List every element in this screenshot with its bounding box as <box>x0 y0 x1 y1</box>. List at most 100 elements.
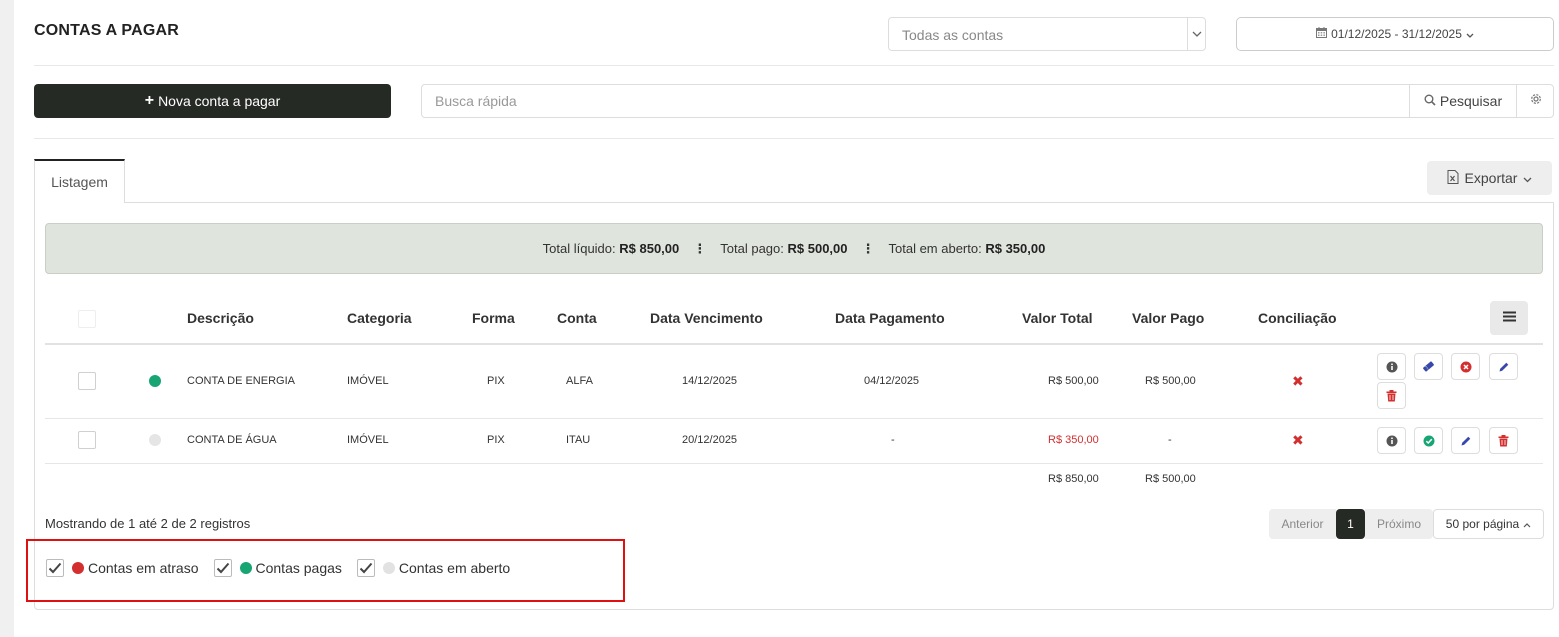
legend-item-open[interactable]: Contas em aberto <box>356 559 511 577</box>
ticket-icon <box>1423 361 1434 372</box>
account-filter-value: Todas as contas <box>902 27 1004 43</box>
total-liquido-label: Total líquido: <box>542 241 616 256</box>
search-button[interactable]: Pesquisar <box>1409 85 1516 117</box>
not-reconciled-icon: ✖ <box>1292 432 1304 448</box>
chevron-down-icon <box>1187 18 1205 50</box>
new-payable-button[interactable]: + Nova conta a pagar <box>34 84 391 118</box>
column-menu-button[interactable] <box>1490 301 1528 335</box>
legend-label: Contas em atraso <box>88 560 199 576</box>
legend-dot-green <box>239 562 252 574</box>
cell-valor-pago: - <box>1168 434 1172 446</box>
checkmark-icon <box>48 562 62 574</box>
column-conciliacao[interactable]: Conciliação <box>1258 310 1337 326</box>
total-aberto-label: Total em aberto: <box>888 241 982 256</box>
info-icon <box>1386 435 1397 446</box>
info-button[interactable] <box>1377 427 1406 454</box>
column-conta[interactable]: Conta <box>557 310 597 326</box>
gear-icon <box>1529 92 1543 111</box>
cancel-payment-button[interactable] <box>1451 353 1480 380</box>
legend-label: Contas em aberto <box>398 560 511 576</box>
checkmark-icon <box>359 562 373 574</box>
pencil-icon <box>1461 436 1470 445</box>
chevron-down-icon <box>1523 170 1532 186</box>
select-all-checkbox[interactable] <box>78 310 96 328</box>
trash-icon <box>1386 389 1397 401</box>
calendar-icon <box>1316 27 1328 41</box>
cell-descricao: CONTA DE ÁGUA <box>187 434 277 446</box>
total-aberto-value: R$ 350,00 <box>985 241 1046 256</box>
cell-data-pagamento: - <box>891 434 895 446</box>
vertical-dots-icon: ⋮ <box>693 240 707 256</box>
times-circle-icon <box>1460 361 1471 372</box>
header-divider <box>34 65 1554 66</box>
trash-icon <box>1498 434 1509 446</box>
info-icon <box>1386 361 1397 372</box>
date-range-value: 01/12/2025 - 31/12/2025 <box>1331 27 1462 41</box>
mark-paid-button[interactable] <box>1414 427 1443 454</box>
not-reconciled-icon: ✖ <box>1292 373 1304 389</box>
column-data-vencimento[interactable]: Data Vencimento <box>650 310 763 326</box>
edit-button[interactable] <box>1451 427 1480 454</box>
hamburger-icon <box>1502 309 1516 327</box>
pencil-icon <box>1499 362 1508 371</box>
table-row: CONTA DE ENERGIA IMÓVEL PIX ALFA 14/12/2… <box>45 346 1543 419</box>
pagination: Anterior 1 Próximo 50 por página <box>1269 509 1544 539</box>
cell-conta: ITAU <box>566 434 591 446</box>
column-descricao[interactable]: Descrição <box>187 310 254 326</box>
total-pago-value: R$ 500,00 <box>787 241 848 256</box>
legend-dot-gray <box>382 562 395 574</box>
status-dot <box>149 375 161 387</box>
legend-checkbox[interactable] <box>46 559 64 577</box>
total-liquido-value: R$ 850,00 <box>619 241 680 256</box>
ticket-button[interactable] <box>1414 353 1443 380</box>
next-page-button[interactable]: Próximo <box>1365 509 1433 539</box>
legend-checkbox[interactable] <box>213 559 232 577</box>
export-button[interactable]: Exportar <box>1427 161 1552 195</box>
new-payable-label: Nova conta a pagar <box>158 93 281 109</box>
legend-item-paid[interactable]: Contas pagas <box>213 559 342 577</box>
quick-search-group: Pesquisar <box>421 84 1554 118</box>
excel-file-icon <box>1447 169 1459 187</box>
legend-dot-red <box>72 562 84 574</box>
date-range-picker[interactable]: 01/12/2025 - 31/12/2025 <box>1236 17 1554 51</box>
cell-forma: PIX <box>487 375 505 387</box>
plus-icon: + <box>144 92 155 109</box>
legend-item-overdue[interactable]: Contas em atraso <box>46 559 199 577</box>
legend-label: Contas pagas <box>255 560 342 576</box>
legend-checkbox[interactable] <box>356 559 375 577</box>
export-label: Exportar <box>1464 170 1518 186</box>
row-checkbox[interactable] <box>78 372 96 390</box>
total-pago-label: Total pago: <box>720 241 784 256</box>
column-categoria[interactable]: Categoria <box>347 310 412 326</box>
column-valor-pago[interactable]: Valor Pago <box>1132 310 1204 326</box>
chevron-up-icon <box>1523 517 1531 531</box>
delete-button[interactable] <box>1489 427 1518 454</box>
delete-button[interactable] <box>1377 382 1406 409</box>
column-valor-total[interactable]: Valor Total <box>1022 310 1093 326</box>
toolbar-divider <box>34 138 1554 139</box>
info-button[interactable] <box>1377 353 1406 380</box>
table-header: Descrição Categoria Forma Conta Data Ven… <box>45 300 1543 345</box>
footer-valor-pago: R$ 500,00 <box>1145 473 1196 485</box>
column-data-pagamento[interactable]: Data Pagamento <box>835 310 945 326</box>
cell-categoria: IMÓVEL <box>347 434 389 446</box>
column-forma[interactable]: Forma <box>472 310 515 326</box>
records-info: Mostrando de 1 até 2 de 2 registros <box>45 516 251 531</box>
cell-data-vencimento: 20/12/2025 <box>682 434 738 446</box>
account-filter-select[interactable]: Todas as contas <box>888 17 1206 51</box>
totals-summary-bar: Total líquido: R$ 850,00 ⋮ Total pago: R… <box>45 223 1543 274</box>
quick-search-input[interactable] <box>422 85 1408 117</box>
previous-page-button[interactable]: Anterior <box>1269 509 1336 539</box>
page-1-button[interactable]: 1 <box>1336 509 1365 539</box>
settings-button[interactable] <box>1516 85 1554 117</box>
tab-listagem[interactable]: Listagem <box>34 159 125 203</box>
page-container: CONTAS A PAGAR Todas as contas 01/12/202… <box>14 0 1559 637</box>
page-size-select[interactable]: 50 por página <box>1433 509 1544 539</box>
cell-categoria: IMÓVEL <box>347 375 389 387</box>
cell-data-vencimento: 14/12/2025 <box>682 375 738 387</box>
table-row: CONTA DE ÁGUA IMÓVEL PIX ITAU 20/12/2025… <box>45 419 1543 464</box>
page-size-value: 50 por página <box>1445 517 1520 531</box>
edit-button[interactable] <box>1489 353 1518 380</box>
row-checkbox[interactable] <box>78 431 96 449</box>
footer-valor-total: R$ 850,00 <box>1048 473 1099 485</box>
